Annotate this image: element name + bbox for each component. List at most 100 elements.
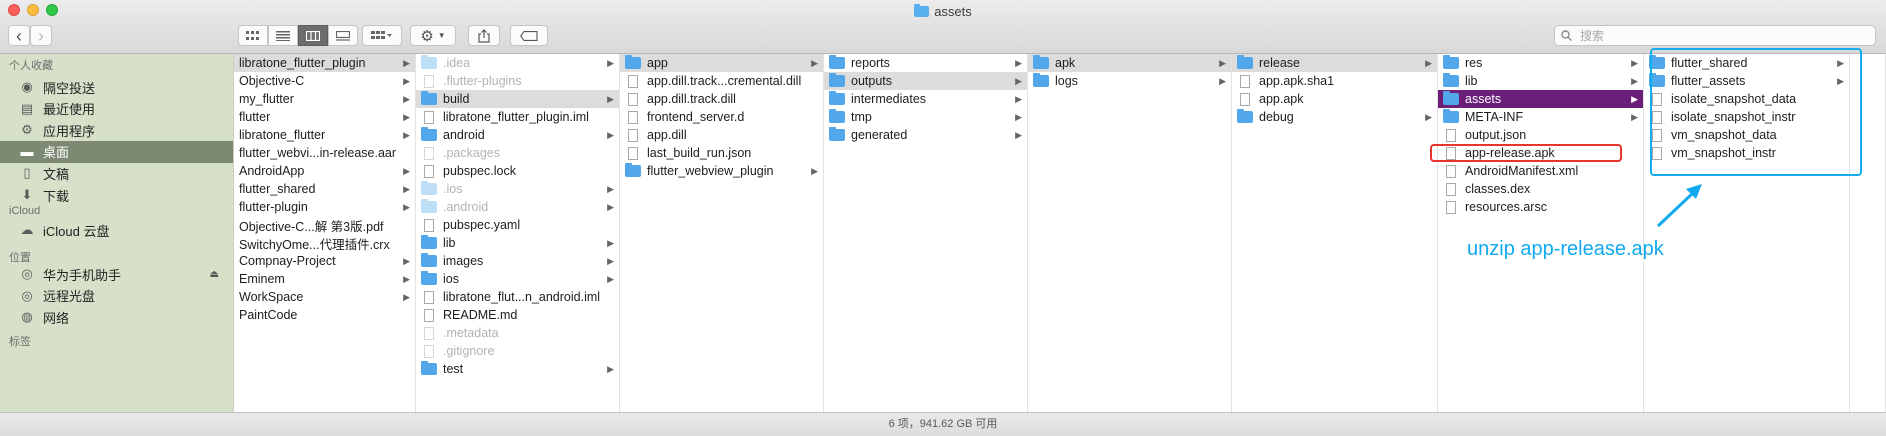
file-row[interactable]: isolate_snapshot_instr: [1644, 108, 1849, 126]
file-row[interactable]: last_build_run.json: [620, 144, 823, 162]
list-view-button[interactable]: [268, 25, 298, 46]
folder-row[interactable]: generated ▶: [824, 126, 1027, 144]
file-row[interactable]: app.dill.track...cremental.dill: [620, 72, 823, 90]
file-row[interactable]: AndroidManifest.xml: [1438, 162, 1643, 180]
file-row[interactable]: app.apk: [1232, 90, 1437, 108]
group-by-button[interactable]: [362, 25, 402, 46]
sidebar-item[interactable]: ⚙ 应用程序: [0, 119, 233, 141]
folder-row[interactable]: flutter_assets ▶: [1644, 72, 1849, 90]
sidebar-item[interactable]: ⬇ 下载: [0, 184, 233, 206]
chevron-right-icon: ▶: [607, 93, 614, 104]
file-row[interactable]: AndroidApp ▶: [234, 162, 415, 180]
action-button[interactable]: ⚙ ▼: [410, 25, 456, 46]
folder-row[interactable]: images ▶: [416, 252, 619, 270]
icon-view-button[interactable]: [238, 25, 268, 46]
file-row[interactable]: flutter_shared ▶: [234, 180, 415, 198]
sidebar-item[interactable]: ◎ 远程光盘: [0, 285, 233, 307]
folder-row[interactable]: flutter_webview_plugin ▶: [620, 162, 823, 180]
folder-row[interactable]: test ▶: [416, 360, 619, 378]
file-row[interactable]: .gitignore: [416, 342, 619, 360]
item-name: intermediates: [851, 92, 927, 106]
folder-row[interactable]: res ▶: [1438, 54, 1643, 72]
sidebar-item[interactable]: ◉ 隔空投送: [0, 76, 233, 98]
eject-icon[interactable]: ⏏: [210, 269, 219, 280]
file-row[interactable]: pubspec.yaml: [416, 216, 619, 234]
folder-row[interactable]: META-INF ▶: [1438, 108, 1643, 126]
file-row[interactable]: libratone_flutter_plugin ▶: [234, 54, 415, 72]
file-row[interactable]: PaintCode: [234, 306, 415, 324]
folder-row[interactable]: .ios ▶: [416, 180, 619, 198]
file-row[interactable]: output.json: [1438, 126, 1643, 144]
file-row[interactable]: .metadata: [416, 324, 619, 342]
sidebar-item-label: 文稿: [43, 166, 70, 182]
search-input[interactable]: [1578, 27, 1862, 44]
folder-row[interactable]: .android ▶: [416, 198, 619, 216]
item-name: AndroidManifest.xml: [1465, 164, 1579, 178]
file-row[interactable]: isolate_snapshot_data: [1644, 90, 1849, 108]
file-row[interactable]: libratone_flutter_plugin.iml: [416, 108, 619, 126]
folder-row[interactable]: outputs ▶: [824, 72, 1027, 90]
folder-row[interactable]: android ▶: [416, 126, 619, 144]
file-row[interactable]: libratone_flut...n_android.iml: [416, 288, 619, 306]
file-row[interactable]: vm_snapshot_data: [1644, 126, 1849, 144]
sidebar-item[interactable]: ☁ iCloud 云盘: [0, 219, 233, 241]
file-row[interactable]: flutter_webvi...in-release.aar: [234, 144, 415, 162]
file-row[interactable]: Objective-C...解 第3版.pdf: [234, 216, 415, 234]
folder-row[interactable]: flutter_shared ▶: [1644, 54, 1849, 72]
folder-row[interactable]: .idea ▶: [416, 54, 619, 72]
back-button[interactable]: ‹: [8, 25, 30, 46]
file-row[interactable]: Eminem ▶: [234, 270, 415, 288]
file-row[interactable]: flutter ▶: [234, 108, 415, 126]
airdrop-icon: ◉: [21, 79, 33, 94]
gallery-view-button[interactable]: [328, 25, 358, 46]
file-row[interactable]: .packages: [416, 144, 619, 162]
folder-row[interactable]: intermediates ▶: [824, 90, 1027, 108]
share-button[interactable]: [468, 25, 500, 46]
folder-row[interactable]: reports ▶: [824, 54, 1027, 72]
sidebar-item[interactable]: ▬ 桌面: [0, 140, 233, 163]
column-view-button[interactable]: [298, 25, 328, 46]
file-row[interactable]: .flutter-plugins: [416, 72, 619, 90]
sidebar-item[interactable]: ◎ 华为手机助手 ⏏: [0, 263, 233, 285]
folder-row[interactable]: build ▶: [416, 90, 619, 108]
file-row[interactable]: my_flutter ▶: [234, 90, 415, 108]
sidebar-item[interactable]: ◍ 网络: [0, 306, 233, 328]
search-field[interactable]: [1554, 25, 1876, 46]
file-row[interactable]: vm_snapshot_instr: [1644, 144, 1849, 162]
file-row[interactable]: app-release.apk: [1438, 144, 1643, 162]
sidebar-item[interactable]: ▯ 文稿: [0, 162, 233, 184]
file-row[interactable]: classes.dex: [1438, 180, 1643, 198]
tag-button[interactable]: [510, 25, 548, 46]
folder-row[interactable]: apk ▶: [1028, 54, 1231, 72]
folder-icon: [421, 361, 437, 375]
file-row[interactable]: Objective-C ▶: [234, 72, 415, 90]
folder-row[interactable]: release ▶: [1232, 54, 1437, 72]
file-row[interactable]: pubspec.lock: [416, 162, 619, 180]
folder-row[interactable]: debug ▶: [1232, 108, 1437, 126]
file-row[interactable]: Compnay-Project ▶: [234, 252, 415, 270]
file-row[interactable]: SwitchyOme...代理插件.crx: [234, 234, 415, 252]
folder-row[interactable]: logs ▶: [1028, 72, 1231, 90]
folder-row[interactable]: lib ▶: [1438, 72, 1643, 90]
browser-column: apk ▶ logs ▶: [1028, 54, 1232, 412]
list-view-icon: [276, 30, 290, 41]
file-row[interactable]: resources.arsc: [1438, 198, 1643, 216]
file-row[interactable]: app.dill.track.dill: [620, 90, 823, 108]
sidebar-item[interactable]: ▤ 最近使用: [0, 98, 233, 120]
file-row[interactable]: frontend_server.d: [620, 108, 823, 126]
item-name: generated: [851, 128, 908, 142]
file-row[interactable]: app.dill: [620, 126, 823, 144]
file-row[interactable]: WorkSpace ▶: [234, 288, 415, 306]
file-row[interactable]: app.apk.sha1: [1232, 72, 1437, 90]
forward-button[interactable]: ›: [30, 25, 52, 46]
folder-row[interactable]: tmp ▶: [824, 108, 1027, 126]
folder-row[interactable]: lib ▶: [416, 234, 619, 252]
applications-icon: ⚙: [21, 122, 33, 138]
file-row[interactable]: README.md: [416, 306, 619, 324]
file-row[interactable]: libratone_flutter ▶: [234, 126, 415, 144]
folder-row[interactable]: ios ▶: [416, 270, 619, 288]
chevron-right-icon: ▶: [811, 165, 818, 176]
folder-row[interactable]: assets ▶: [1438, 90, 1643, 108]
folder-row[interactable]: app ▶: [620, 54, 823, 72]
file-row[interactable]: flutter-plugin ▶: [234, 198, 415, 216]
